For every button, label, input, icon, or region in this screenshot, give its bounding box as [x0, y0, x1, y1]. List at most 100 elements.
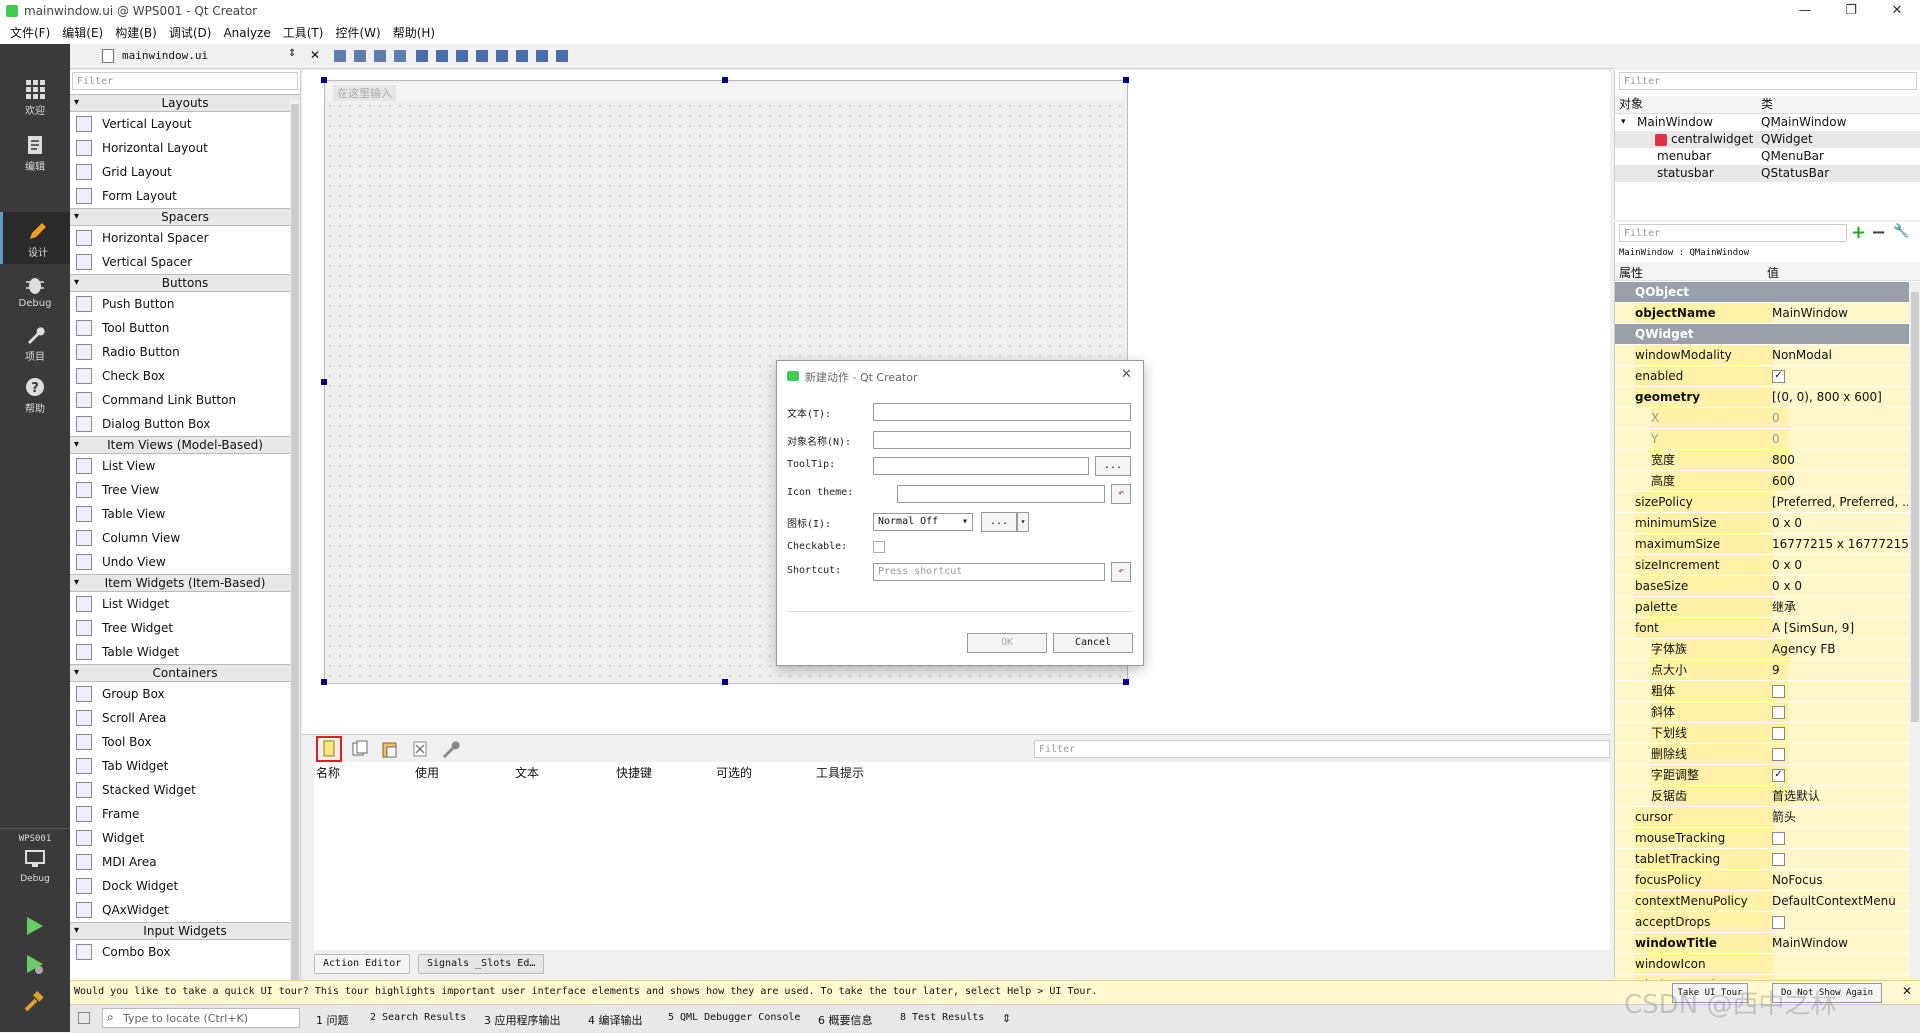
widget-item[interactable]: Combo Box — [70, 940, 300, 964]
property-value[interactable]: 箭头 — [1766, 807, 1908, 827]
tree-row[interactable]: menubar QMenuBar — [1615, 148, 1920, 165]
property-value[interactable]: 0 x 0 — [1766, 555, 1908, 575]
menu-file[interactable]: 文件(F) — [0, 22, 56, 44]
copy-action-button[interactable] — [350, 739, 370, 762]
shortcut-reset-button[interactable]: ↶ — [1111, 562, 1131, 582]
col-class[interactable]: 类 — [1761, 96, 1773, 113]
file-dropdown-icon[interactable]: ⇕ — [288, 48, 296, 59]
widget-item[interactable]: Radio Button — [70, 340, 300, 364]
property-checkbox[interactable] — [1766, 849, 1908, 869]
property-row[interactable]: cursor 箭头 — [1615, 807, 1909, 828]
property-row[interactable]: 斜体 — [1615, 702, 1909, 723]
col-checkable[interactable]: 可选的 — [716, 764, 752, 781]
property-filter[interactable]: Filter — [1619, 224, 1847, 242]
property-row[interactable]: baseSize 0 x 0 — [1615, 576, 1909, 597]
object-filter[interactable]: Filter — [1619, 72, 1917, 90]
property-row[interactable]: palette 继承 — [1615, 597, 1909, 618]
widget-category[interactable]: Layouts — [70, 94, 300, 112]
widget-item[interactable]: Dock Widget — [70, 874, 300, 898]
col-used[interactable]: 使用 — [415, 764, 439, 781]
action-filter[interactable]: Filter — [1034, 740, 1610, 758]
property-value[interactable]: NoFocus — [1766, 870, 1908, 890]
pane-compile-output[interactable]: 4 编译输出 — [588, 1012, 643, 1028]
col-text[interactable]: 文本 — [515, 764, 539, 781]
debug-run-button[interactable] — [22, 952, 46, 976]
tooltip-more-button[interactable]: ... — [1095, 456, 1131, 476]
mode-edit[interactable]: 编辑 — [0, 126, 70, 178]
open-file-name[interactable]: mainwindow.ui — [122, 49, 208, 62]
widget-category[interactable]: Containers — [70, 664, 300, 682]
icon-menu-arrow-icon[interactable]: ▾ — [1017, 512, 1029, 532]
property-row[interactable]: windowModality NonModal — [1615, 345, 1909, 366]
wrench-icon[interactable]: 🔧 — [1893, 224, 1909, 239]
property-row[interactable]: contextMenuPolicy DefaultContextMenu — [1615, 891, 1909, 912]
property-value[interactable]: [(0, 0), 800 x 600] — [1766, 387, 1908, 407]
resize-handle[interactable] — [1123, 679, 1129, 685]
property-value[interactable]: 9 — [1766, 660, 1908, 680]
kit-selector[interactable]: WPS001 Debug — [0, 830, 70, 900]
mode-projects[interactable]: 项目 — [0, 316, 70, 368]
property-row[interactable]: mouseTracking — [1615, 828, 1909, 849]
widget-item[interactable]: Push Button — [70, 292, 300, 316]
property-checkbox[interactable] — [1766, 912, 1908, 932]
menu-debug[interactable]: 调试(D) — [163, 22, 218, 44]
more-panes-icon[interactable]: ⇕ — [1002, 1012, 1011, 1025]
widget-item[interactable]: Table View — [70, 502, 300, 526]
property-row[interactable]: 宽度 800 — [1615, 450, 1909, 471]
property-value[interactable]: 继承 — [1766, 597, 1908, 617]
build-button[interactable] — [22, 990, 46, 1014]
widget-category[interactable]: Spacers — [70, 208, 300, 226]
widget-item[interactable]: Column View — [70, 526, 300, 550]
property-value[interactable]: 0 — [1766, 429, 1908, 449]
pane-general-messages[interactable]: 6 概要信息 — [818, 1012, 873, 1028]
resize-handle[interactable] — [722, 679, 728, 685]
property-scrollbar[interactable] — [1909, 282, 1920, 978]
icon-more-button[interactable]: ... — [981, 512, 1017, 532]
tooltip-input[interactable] — [873, 457, 1089, 475]
property-row[interactable]: font A [SimSun, 9] — [1615, 618, 1909, 639]
tree-row[interactable]: centralwidget QWidget — [1615, 131, 1920, 148]
mode-debug[interactable]: Debug — [0, 266, 70, 318]
widget-item[interactable]: Check Box — [70, 364, 300, 388]
menu-type-here[interactable]: 在这里输入 — [333, 85, 396, 101]
widget-item[interactable]: Horizontal Spacer — [70, 226, 300, 250]
property-checkbox[interactable]: ✓ — [1766, 765, 1908, 785]
toggle-sidebar-icon[interactable] — [78, 1012, 90, 1024]
property-row[interactable]: QObject — [1615, 282, 1909, 303]
property-value[interactable]: 600 — [1766, 471, 1908, 491]
resize-handle[interactable] — [1123, 77, 1129, 83]
resize-handle[interactable] — [321, 77, 327, 83]
property-value[interactable]: A [SimSun, 9] — [1766, 618, 1908, 638]
property-row[interactable]: sizePolicy [Preferred, Preferred, ... — [1615, 492, 1909, 513]
property-checkbox[interactable] — [1766, 828, 1908, 848]
dialog-close-icon[interactable]: ✕ — [1121, 367, 1132, 382]
widget-item[interactable]: Scroll Area — [70, 706, 300, 730]
scrollbar-thumb[interactable] — [291, 104, 299, 984]
property-value[interactable]: MainWindow — [1766, 303, 1908, 323]
widgetbox-scrollbar[interactable] — [290, 100, 300, 1032]
property-value[interactable]: Agency FB — [1766, 639, 1908, 659]
property-row[interactable]: 粗体 — [1615, 681, 1909, 702]
property-value[interactable]: [Preferred, Preferred, ... — [1766, 492, 1908, 512]
property-value[interactable]: 首选默认 — [1766, 786, 1908, 806]
property-value[interactable]: MainWindow — [1766, 933, 1908, 953]
mode-welcome[interactable]: 欢迎 — [0, 70, 70, 122]
property-checkbox[interactable] — [1766, 723, 1908, 743]
resize-handle[interactable] — [321, 379, 327, 385]
widget-item[interactable]: QAxWidget — [70, 898, 300, 922]
widget-category[interactable]: Item Widgets (Item-Based) — [70, 574, 300, 592]
close-button[interactable]: ✕ — [1874, 0, 1920, 22]
widget-item[interactable]: Command Link Button — [70, 388, 300, 412]
form-menubar[interactable]: 在这里输入 — [327, 83, 1123, 101]
property-value[interactable]: NonModal — [1766, 345, 1908, 365]
col-value[interactable]: 值 — [1767, 264, 1779, 281]
tab-action-editor[interactable]: Action Editor — [314, 954, 411, 974]
property-row[interactable]: maximumSize 16777215 x 16777215 — [1615, 534, 1909, 555]
property-row[interactable]: windowIcon — [1615, 954, 1909, 975]
widget-item[interactable]: Dialog Button Box — [70, 412, 300, 436]
property-row[interactable]: Y0 — [1615, 429, 1909, 450]
mode-help[interactable]: ? 帮助 — [0, 368, 70, 420]
widgetbox-filter[interactable]: Filter — [72, 72, 298, 90]
menu-edit[interactable]: 编辑(E) — [56, 22, 109, 44]
widget-item[interactable]: Vertical Spacer — [70, 250, 300, 274]
